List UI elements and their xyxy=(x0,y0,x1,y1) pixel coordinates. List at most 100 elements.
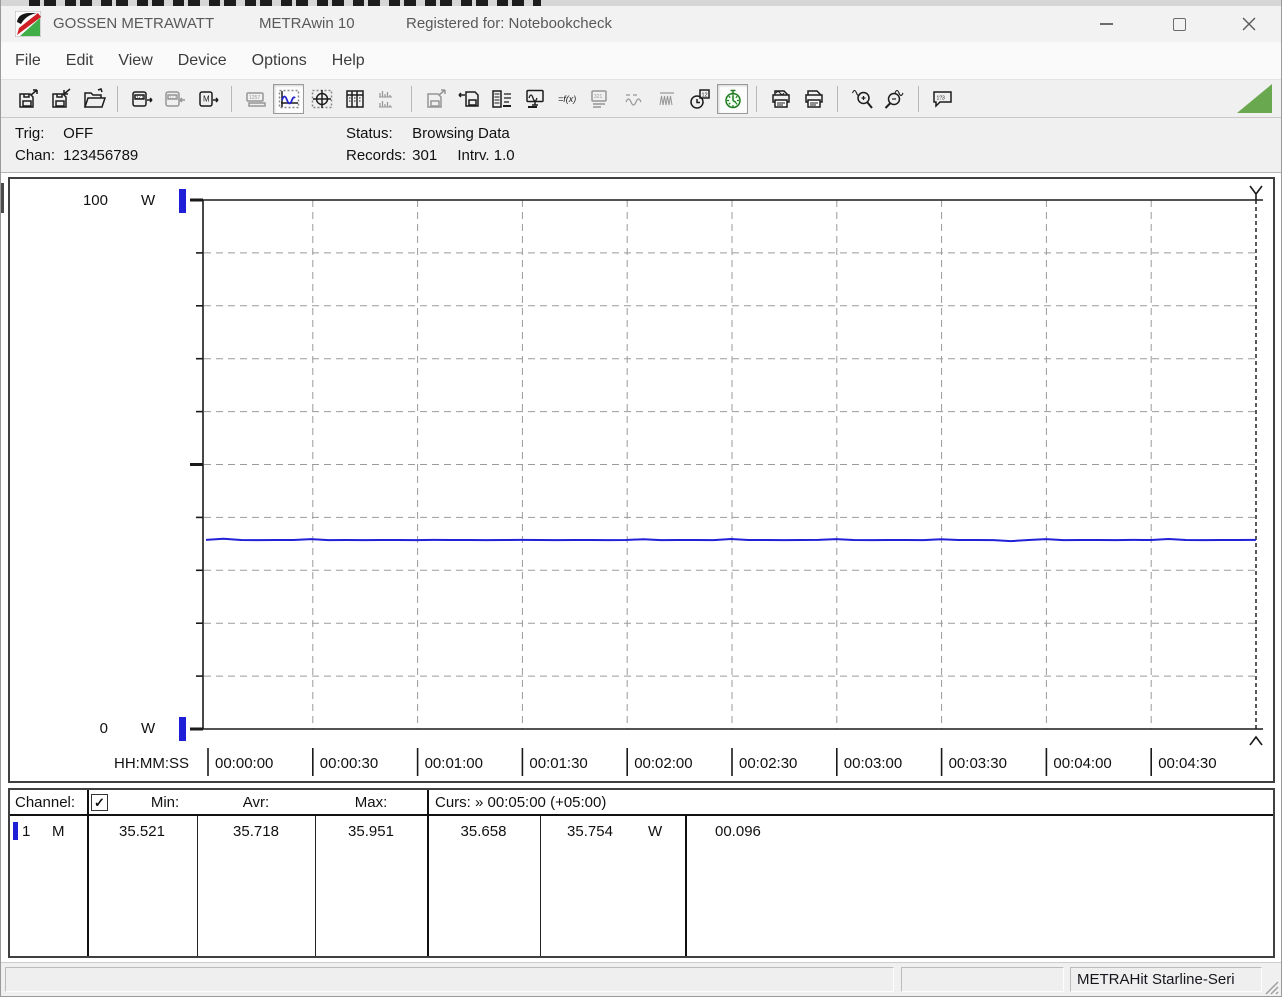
wave-single-icon xyxy=(622,87,646,111)
open-file-icon xyxy=(82,87,106,111)
menu-options[interactable]: Options xyxy=(252,52,307,70)
import-data-icon xyxy=(457,87,481,111)
export-data-button xyxy=(420,84,451,114)
hint-icon: 1?3 xyxy=(931,87,955,111)
column-divider xyxy=(540,816,541,956)
channel-mode: M xyxy=(52,823,65,840)
formula-button[interactable]: =f(x) xyxy=(552,84,583,114)
value-list-button[interactable] xyxy=(486,84,517,114)
save-export-button[interactable] xyxy=(12,84,43,114)
cursor-value-b: 35.754 xyxy=(567,823,613,840)
close-icon xyxy=(1242,17,1256,31)
intrv-value: 1.0 xyxy=(493,147,515,164)
device-write-icon: 321 xyxy=(163,87,187,111)
cursor-view-button[interactable] xyxy=(306,84,337,114)
svg-text:12: 12 xyxy=(701,93,707,99)
menu-view[interactable]: View xyxy=(118,52,152,70)
chart-view-button[interactable] xyxy=(273,84,304,114)
print-button[interactable] xyxy=(798,84,829,114)
menu-file[interactable]: File xyxy=(15,52,41,70)
channel-color-marker xyxy=(13,822,18,840)
close-button[interactable] xyxy=(1226,6,1272,42)
wave-periodic-button xyxy=(651,84,682,114)
header-cursor: Curs: » 00:05:00 (+05:00) xyxy=(435,794,607,811)
zoom-in-button[interactable] xyxy=(846,84,877,114)
meter-display-icon: 1257 xyxy=(244,87,268,111)
readout-table: Channel: ✓ Min: Avr: Max: Curs: » 00:05:… xyxy=(8,788,1275,958)
maximize-icon xyxy=(1172,17,1186,31)
y-axis-max-label: 100 xyxy=(82,192,108,209)
toolbar-separator xyxy=(117,86,118,112)
svg-text:1?3: 1?3 xyxy=(936,96,945,102)
clock-sync-icon: 12 xyxy=(688,87,712,111)
hint-button[interactable]: 1?3 xyxy=(927,84,958,114)
histogram-view-icon xyxy=(376,87,400,111)
cursor-unit: W xyxy=(648,823,663,840)
menu-help[interactable]: Help xyxy=(332,52,365,70)
y-axis-unit-top: W xyxy=(141,192,156,209)
toolbar-separator xyxy=(411,86,412,112)
minimize-button[interactable] xyxy=(1083,6,1129,42)
device-config-icon: 321 xyxy=(589,87,613,111)
export-data-icon xyxy=(424,87,448,111)
readout-header: Channel: ✓ Min: Avr: Max: Curs: » 00:05:… xyxy=(10,790,1273,816)
meter-display-button: 1257 xyxy=(240,84,271,114)
menu-edit[interactable]: Edit xyxy=(66,52,94,70)
timer-button[interactable] xyxy=(717,84,748,114)
statusbar-device-panel: METRAHit Starline-Seri xyxy=(1070,967,1262,992)
device-name: METRAHit Starline-Seri xyxy=(1077,971,1235,988)
svg-text:1257: 1257 xyxy=(249,95,260,101)
menu-device[interactable]: Device xyxy=(178,52,227,70)
print-preview-icon xyxy=(769,87,793,111)
channel-visible-checkbox[interactable]: ✓ xyxy=(91,794,108,811)
value-list-icon xyxy=(490,87,514,111)
column-divider xyxy=(315,816,316,956)
timer-icon xyxy=(721,87,745,111)
device-read-button[interactable]: 321 xyxy=(126,84,157,114)
chart-view-icon xyxy=(277,87,301,111)
monitor-view-button[interactable] xyxy=(519,84,550,114)
clock-sync-button[interactable]: 12 xyxy=(684,84,715,114)
cursor-value-a: 35.658 xyxy=(460,823,507,840)
maximize-button[interactable] xyxy=(1156,6,1202,42)
column-divider xyxy=(427,790,429,956)
resize-grip[interactable] xyxy=(1263,979,1279,995)
device-memory-button[interactable]: M xyxy=(192,84,223,114)
table-view-button[interactable] xyxy=(339,84,370,114)
device-read-icon: 321 xyxy=(130,87,154,111)
status-panel: Trig: OFF Chan: 123456789 Status: Browsi… xyxy=(1,118,1281,173)
chart-panel: 100 W 0 W HH:MM:SS 00:00:00 00:00:30 00:01… xyxy=(8,177,1275,783)
print-preview-button[interactable] xyxy=(765,84,796,114)
import-data-button[interactable] xyxy=(453,84,484,114)
zoom-in-icon xyxy=(850,87,874,111)
print-icon xyxy=(802,87,826,111)
min-value: 35.521 xyxy=(119,823,165,840)
save-import-icon xyxy=(49,87,73,111)
cursor-view-icon xyxy=(310,87,334,111)
x-axis-label: HH:MM:SS xyxy=(114,755,189,772)
check-icon: ✓ xyxy=(94,795,105,810)
statusbar-secondary-panel xyxy=(901,967,1064,992)
chart-svg[interactable] xyxy=(10,179,1273,781)
toolbar: 321 321 M 1257 =f(x) 321 12 1?3 xyxy=(1,80,1281,118)
open-file-button[interactable] xyxy=(78,84,109,114)
device-config-button: 321 xyxy=(585,84,616,114)
statusbar-message-panel xyxy=(5,967,894,992)
connection-indicator xyxy=(1237,84,1272,113)
save-import-button[interactable] xyxy=(45,84,76,114)
toolbar-separator xyxy=(918,86,919,112)
svg-text:M: M xyxy=(203,95,210,104)
zoom-out-button[interactable] xyxy=(879,84,910,114)
avr-value: 35.718 xyxy=(233,823,279,840)
chan-label: Chan: xyxy=(15,147,56,164)
menubar: File Edit View Device Options Help xyxy=(1,42,1281,80)
metrawin-window: GOSSEN METRAWATT METRAwin 10 Registered … xyxy=(0,0,1282,997)
chan-value: 123456789 xyxy=(63,147,139,164)
y-axis-unit-bottom: W xyxy=(141,720,156,737)
channel-row[interactable]: 1 M 35.521 35.718 35.951 35.658 35.754 W… xyxy=(10,817,1273,847)
trig-value: OFF xyxy=(63,125,94,142)
histogram-view-button xyxy=(372,84,403,114)
status-value: Browsing Data xyxy=(412,125,510,142)
header-avr: Avr: xyxy=(242,794,270,811)
zoom-out-icon xyxy=(883,87,907,111)
